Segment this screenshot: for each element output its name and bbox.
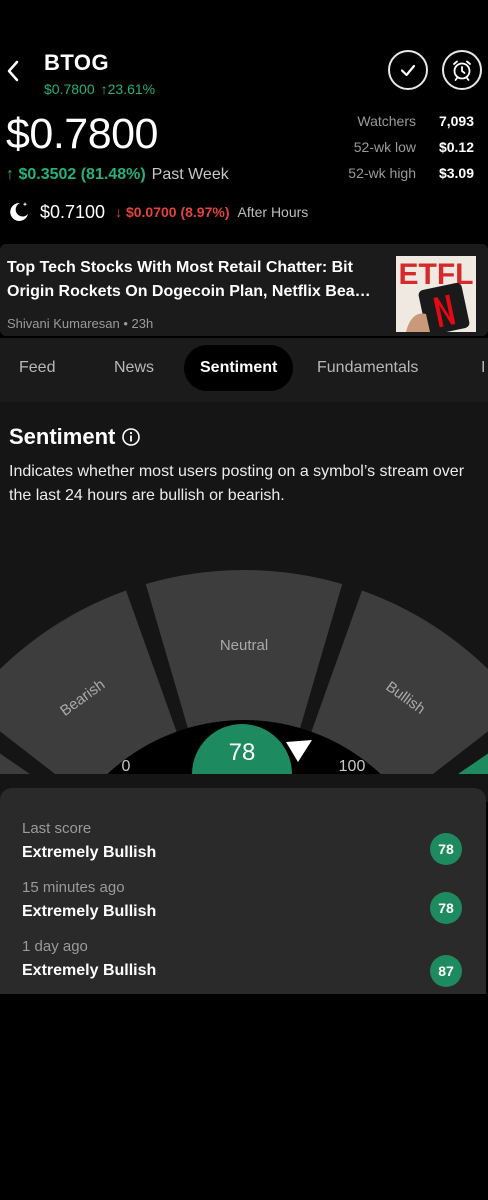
header-change: ↑23.61% [100,81,156,97]
stat-52wk-low: 52-wk low $0.12 [310,134,474,160]
gauge-segment-label: Neutral [220,637,268,654]
price-alert-button[interactable] [442,50,482,90]
stat-52wk-high: 52-wk high $3.09 [310,160,474,186]
tab-fundamentals[interactable]: Fundamentals [317,345,418,391]
history-label: Extremely Bullish [22,844,157,861]
current-price: $0.7800 [6,110,158,158]
alarm-clock-icon [453,60,471,81]
week-change: ↑ $0.3502 (81.48%) [6,166,146,183]
stat-label: 52-wk low [353,139,416,155]
score-badge: 78 [430,833,462,865]
stat-watchers: Watchers 7,093 [310,108,474,134]
after-hours-label: After Hours [237,204,309,220]
sentiment-heading: Sentiment [9,424,141,450]
back-button[interactable] [2,56,24,86]
tab-news[interactable]: News [114,345,154,391]
news-thumbnail: ETFL [396,256,476,332]
week-change-line: ↑ $0.3502 (81.48%) Past Week [6,166,229,184]
score-badge: 78 [430,892,462,924]
sentiment-title: Sentiment [9,424,116,449]
tab-feed[interactable]: Feed [19,345,55,391]
netflix-thumbnail-icon: ETFL [396,256,476,332]
header-price-line: $0.7800 ↑23.61% [44,81,155,97]
watch-button[interactable] [388,50,428,90]
news-card[interactable]: Top Tech Stocks With Most Retail Chatter… [0,244,488,336]
stat-value: $3.09 [438,165,474,181]
week-change-label: Past Week [151,166,229,183]
sentiment-gauge: ExtremelyBearishBearishNeutralBullishExt… [0,570,488,774]
history-label: Extremely Bullish [22,903,157,920]
tab-more[interactable]: I [481,345,485,391]
after-hours-line: $0.7100 ↓ $0.0700 (8.97%) After Hours [6,198,308,226]
tab-sentiment[interactable]: Sentiment [184,345,294,391]
sentiment-history: Last score Extremely Bullish 78 15 minut… [0,788,486,994]
gauge-tick-label: 100 [339,758,366,774]
news-meta: Shivani Kumaresan • 23h [7,316,154,331]
stat-label: Watchers [357,113,416,129]
history-time: 15 minutes ago [22,879,125,896]
info-icon[interactable] [121,427,141,447]
stats-table: Watchers 7,093 52-wk low $0.12 52-wk high $… [310,108,474,186]
history-label: Extremely Bullish [22,962,157,979]
thumbnail-text: ETFL [399,258,474,291]
stat-value: $0.12 [438,139,474,155]
moon-icon [10,202,28,221]
sentiment-description: Indicates whether most users posting on … [9,463,465,504]
chevron-left-icon [7,60,19,82]
header-price: $0.7800 [44,81,95,97]
stat-value: 7,093 [438,113,474,129]
after-hours-change: ↓ $0.0700 (8.97%) [115,204,230,220]
ticker-symbol: BTOG [44,50,110,75]
gauge-tick-label: 0 [122,758,131,774]
tab-bar: Feed News Sentiment Fundamentals I [0,338,488,402]
check-icon [400,64,416,77]
stat-label: 52-wk high [348,165,416,181]
after-hours-price: $0.7100 [40,201,106,222]
news-title: Top Tech Stocks With Most Retail Chatter… [7,259,371,300]
history-time: 1 day ago [22,938,88,955]
score-badge: 87 [430,955,462,987]
gauge-score: 78 [229,739,256,766]
history-time: Last score [22,820,92,837]
